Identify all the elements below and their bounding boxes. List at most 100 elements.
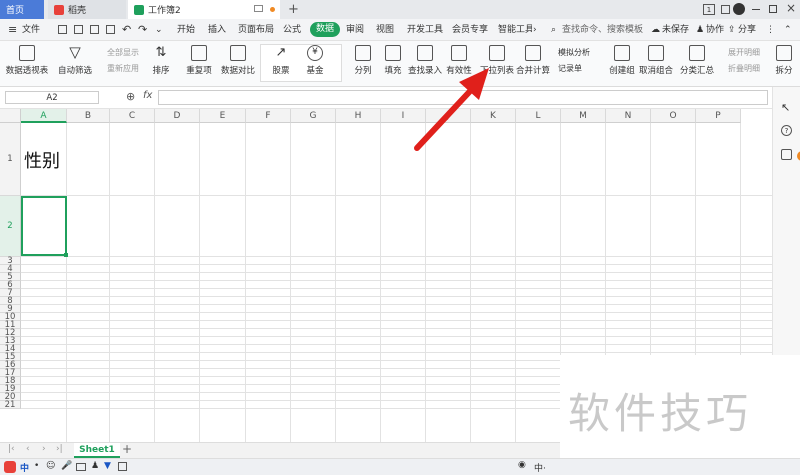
column-header-o[interactable]: O — [651, 109, 696, 123]
record-button[interactable]: 记录单 — [558, 63, 582, 74]
print-preview-icon[interactable] — [106, 25, 115, 34]
menu-file[interactable]: 文件 — [22, 23, 40, 37]
cell-a1[interactable]: 性别 — [22, 124, 66, 196]
menu-formula[interactable]: 公式 — [283, 23, 301, 37]
show-all-button[interactable]: 全部显示 — [107, 47, 139, 58]
more-icon[interactable]: ⋮ — [766, 23, 775, 37]
fx-icon[interactable]: fx — [143, 90, 152, 101]
last-sheet-icon[interactable]: ›| — [56, 444, 63, 454]
ime-status-icon[interactable]: 中· — [534, 461, 546, 474]
menu-insert[interactable]: 插入 — [208, 23, 226, 37]
ime-grid-icon[interactable] — [118, 462, 127, 471]
open-icon[interactable] — [74, 25, 83, 34]
consolidate-button[interactable]: 合并计算 — [516, 45, 550, 76]
sort-button[interactable]: ⇅ 排序 — [146, 45, 176, 76]
help-icon[interactable]: ? — [781, 125, 792, 136]
duplicates-button[interactable]: 重复项 — [182, 45, 216, 76]
sheet-tab-sheet1[interactable]: Sheet1 — [74, 443, 120, 458]
undo-icon[interactable]: ↶ — [122, 23, 131, 37]
tab-home[interactable]: 首页 — [0, 0, 44, 19]
minimize-icon[interactable] — [752, 9, 760, 10]
collapse-ribbon-icon[interactable]: ⌃ — [784, 23, 792, 37]
row-header-1[interactable]: 1 — [0, 123, 21, 196]
column-header-g[interactable]: G — [291, 109, 336, 123]
column-header-c[interactable]: C — [110, 109, 155, 123]
column-header-p[interactable]: P — [696, 109, 741, 123]
search-input[interactable]: 查找命令、搜索模板 — [562, 23, 643, 37]
row-header-2[interactable]: 2 — [0, 196, 21, 257]
save-icon[interactable] — [58, 25, 67, 34]
fill-handle[interactable] — [64, 253, 68, 257]
select-all-corner[interactable] — [0, 109, 21, 123]
chevron-right-icon[interactable]: › — [533, 23, 537, 37]
restore-icon[interactable] — [769, 5, 777, 13]
ime-emoji-icon[interactable]: ☺ — [46, 461, 55, 471]
monitor-icon[interactable] — [254, 5, 263, 12]
unsaved-status[interactable]: 未保存 — [662, 23, 689, 37]
ime-punct-icon[interactable]: • — [34, 461, 39, 471]
zoom-icon[interactable]: ⊕ — [126, 90, 135, 103]
column-header-n[interactable]: N — [606, 109, 651, 123]
reapply-button[interactable]: 重新应用 — [107, 63, 139, 74]
fill-button[interactable]: 填充 — [380, 45, 406, 76]
menu-data[interactable]: 数据 — [310, 22, 341, 37]
ime-person-icon[interactable]: ♟ — [91, 461, 99, 471]
row-header-21[interactable]: 21 — [0, 400, 21, 410]
ime-shirt-icon[interactable]: ▼ — [104, 461, 111, 471]
menu-developer[interactable]: 开发工具 — [407, 23, 443, 37]
next-sheet-icon[interactable]: › — [42, 444, 46, 454]
share-button[interactable]: 分享 — [738, 23, 756, 37]
stock-button[interactable]: ↗ 股票 — [264, 45, 298, 76]
new-tab-button[interactable]: + — [288, 2, 299, 17]
subtotal-button[interactable]: 分类汇总 — [680, 45, 714, 76]
autofilter-button[interactable]: ▽ 自动筛选 — [55, 45, 95, 77]
cursor-icon[interactable]: ↖ — [781, 101, 790, 114]
customize-icon[interactable]: ⌄ — [155, 23, 163, 37]
fund-button[interactable]: ¥ 基金 — [300, 45, 330, 76]
ime-mic-icon[interactable]: 🎤 — [61, 461, 72, 471]
column-header-b[interactable]: B — [67, 109, 110, 123]
column-header-f[interactable]: F — [246, 109, 291, 123]
eye-view-icon[interactable]: ◉ — [518, 460, 526, 470]
avatar[interactable] — [733, 3, 745, 15]
prev-sheet-icon[interactable]: ‹ — [26, 444, 30, 454]
search-icon[interactable]: ⌕ — [551, 23, 556, 37]
first-sheet-icon[interactable]: |‹ — [8, 444, 15, 454]
split-column-button[interactable]: 分列 — [350, 45, 376, 76]
window-count-badge[interactable]: 1 — [703, 4, 715, 15]
collab-button[interactable]: 协作 — [706, 23, 724, 37]
whatif-button[interactable]: 模拟分析 — [558, 47, 590, 58]
column-header-d[interactable]: D — [155, 109, 200, 123]
menu-member[interactable]: 会员专享 — [452, 23, 488, 37]
print-icon[interactable] — [90, 25, 99, 34]
active-cell-a2[interactable] — [21, 196, 67, 256]
hamburger-icon[interactable]: ≡ — [8, 23, 17, 37]
column-header-h[interactable]: H — [336, 109, 381, 123]
split-button[interactable]: 拆分 — [772, 45, 796, 76]
menu-smart-tools[interactable]: 智能工具箱 — [498, 23, 532, 37]
tab-docer[interactable]: 稻壳 — [48, 0, 126, 19]
grid-view-icon[interactable] — [721, 5, 730, 14]
column-header-e[interactable]: E — [200, 109, 246, 123]
menu-view[interactable]: 视图 — [376, 23, 394, 37]
create-group-button[interactable]: 创建组 — [608, 45, 636, 76]
expand-detail-button[interactable]: 展开明细 — [728, 47, 760, 58]
collapse-detail-button[interactable]: 折叠明细 — [728, 63, 760, 74]
column-header-m[interactable]: M — [561, 109, 606, 123]
redo-icon[interactable]: ↷ — [138, 23, 147, 37]
add-sheet-button[interactable]: + — [122, 442, 132, 456]
menu-start[interactable]: 开始 — [177, 23, 195, 37]
ime-keyboard-icon[interactable] — [76, 463, 86, 471]
ungroup-button[interactable]: 取消组合 — [638, 45, 674, 76]
menu-page-layout[interactable]: 页面布局 — [238, 23, 274, 37]
menu-review[interactable]: 审阅 — [346, 23, 364, 37]
sidebar-tool-icon[interactable] — [781, 149, 792, 160]
compare-button[interactable]: 数据对比 — [218, 45, 258, 76]
column-header-l[interactable]: L — [516, 109, 561, 123]
column-header-a[interactable]: A — [21, 109, 67, 123]
ime-logo-icon[interactable] — [4, 461, 16, 473]
close-icon[interactable]: × — [786, 1, 796, 15]
ime-chinese-icon[interactable]: 中 — [20, 461, 29, 474]
tab-workbook[interactable]: 工作簿2 — [128, 0, 280, 19]
pivot-table-button[interactable]: 数据透视表 — [5, 45, 49, 76]
